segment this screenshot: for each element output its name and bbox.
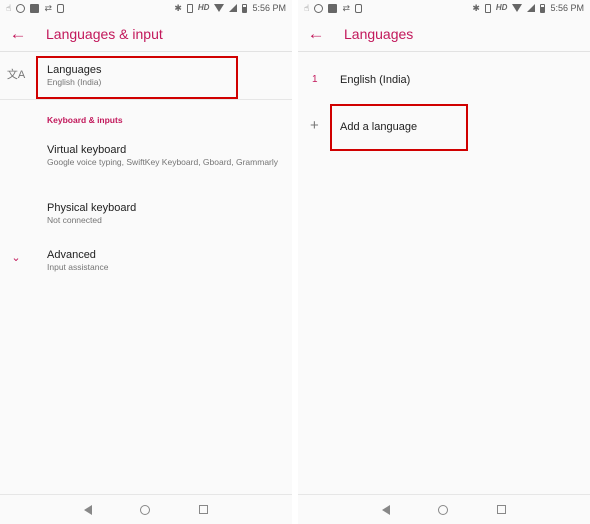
watch-icon: [355, 3, 363, 13]
virtual-keyboard-subtitle: Google voice typing, SwiftKey Keyboard, …: [47, 157, 279, 167]
bluetooth-icon: ✱: [472, 2, 480, 13]
divider: [0, 99, 292, 100]
plus-icon: +: [310, 117, 319, 134]
highlight-box: [36, 56, 238, 99]
status-bar: ☝ ⇄ ✱ HD 5:56 PM: [0, 0, 292, 16]
language-name: English (India): [340, 74, 411, 86]
nav-recents-icon[interactable]: [198, 505, 208, 514]
virtual-keyboard-row[interactable]: Virtual keyboard Google voice typing, Sw…: [0, 140, 292, 186]
touch-icon: ☝: [6, 2, 12, 13]
hd-icon: HD: [495, 3, 508, 12]
keyboard-inputs-header: Keyboard & inputs: [47, 115, 123, 125]
battery-icon: [242, 3, 248, 13]
sync-icon: ⇄: [44, 2, 53, 13]
virtual-keyboard-title: Virtual keyboard: [47, 144, 127, 156]
languages-screen: ☝ ⇄ ✱ HD 5:56 PM ← Languages 1 English (…: [298, 0, 590, 524]
arrow-back-icon[interactable]: ←: [0, 16, 36, 52]
wifi-icon: [512, 4, 523, 12]
watch-icon: [57, 3, 65, 13]
physical-keyboard-row[interactable]: Physical keyboard Not connected: [0, 198, 292, 228]
arrow-back-icon[interactable]: ←: [298, 16, 334, 52]
advanced-row[interactable]: ⌄ Advanced Input assistance: [0, 245, 292, 275]
app-bar: ← Languages: [298, 16, 590, 52]
gallery-icon: [328, 3, 338, 13]
sync-icon: ⇄: [342, 2, 351, 13]
language-list-item[interactable]: 1 English (India): [298, 60, 590, 100]
signal-icon: [527, 4, 536, 12]
highlight-box: [330, 104, 468, 151]
advanced-title: Advanced: [47, 249, 96, 261]
bluetooth-icon: ✱: [174, 2, 182, 13]
nav-home-icon[interactable]: [438, 504, 449, 515]
language-index: 1: [312, 74, 318, 85]
nav-recents-icon[interactable]: [496, 505, 506, 514]
vibrate-icon: [484, 3, 491, 13]
page-title: Languages: [344, 25, 414, 42]
hd-icon: HD: [197, 3, 210, 12]
vibrate-icon: [186, 3, 193, 13]
chevron-down-icon: ⌄: [11, 252, 21, 264]
nav-back-icon[interactable]: [382, 504, 391, 515]
status-time: 5:56 PM: [252, 3, 286, 13]
whatsapp-icon: [314, 3, 324, 13]
status-bar: ☝ ⇄ ✱ HD 5:56 PM: [298, 0, 590, 16]
translate-icon: 文A: [6, 69, 26, 81]
app-bar: ← Languages & input: [0, 16, 292, 52]
physical-keyboard-title: Physical keyboard: [47, 202, 137, 214]
physical-keyboard-subtitle: Not connected: [47, 215, 102, 225]
status-time: 5:56 PM: [550, 3, 584, 13]
languages-input-screen: ☝ ⇄ ✱ HD 5:56 PM ← Languages & input 文A …: [0, 0, 292, 524]
advanced-subtitle: Input assistance: [47, 262, 109, 272]
battery-icon: [540, 3, 546, 13]
page-title: Languages & input: [46, 25, 163, 42]
navigation-bar: [0, 494, 292, 524]
nav-back-icon[interactable]: [84, 504, 93, 515]
signal-icon: [229, 4, 238, 12]
wifi-icon: [214, 4, 225, 12]
touch-icon: ☝: [304, 2, 310, 13]
gallery-icon: [30, 3, 40, 13]
nav-home-icon[interactable]: [140, 504, 151, 515]
navigation-bar: [298, 494, 590, 524]
whatsapp-icon: [16, 3, 26, 13]
